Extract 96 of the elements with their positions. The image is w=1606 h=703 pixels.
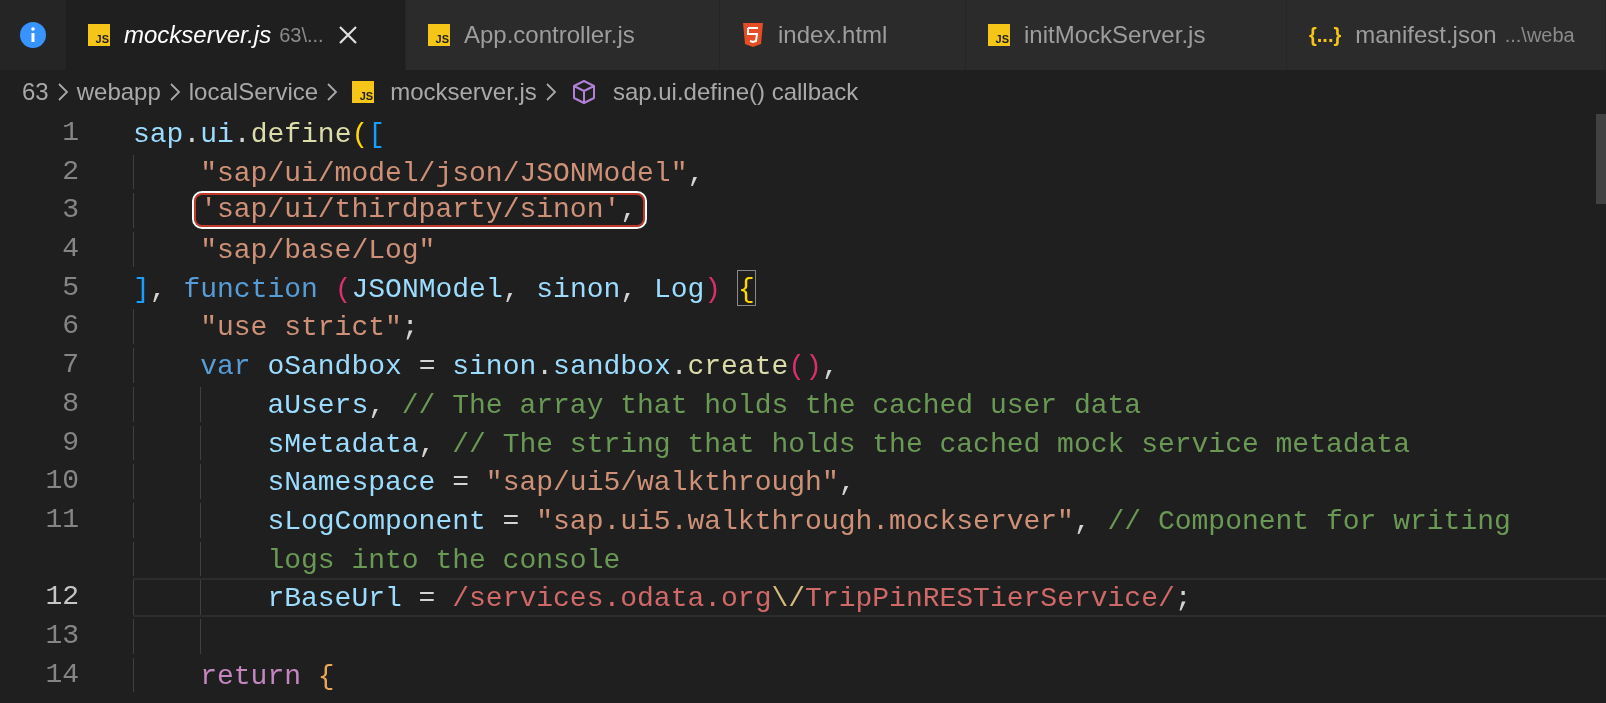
line-number: 9 bbox=[62, 426, 79, 458]
code-token: "sap.ui5.walkthrough.mockserver" bbox=[536, 504, 1074, 538]
code-token: , bbox=[502, 272, 521, 306]
chevron-right-icon bbox=[56, 82, 69, 102]
code-token: ] bbox=[133, 272, 150, 306]
code-token: = bbox=[417, 582, 437, 615]
code-token: [ bbox=[368, 118, 386, 151]
line-number: 6 bbox=[62, 310, 79, 342]
line-number: 5 bbox=[62, 271, 79, 303]
editor-tab[interactable]: JS mockserver.js 63\... bbox=[66, 0, 406, 70]
code-token: TripPinRESTierService/ bbox=[805, 582, 1175, 615]
code-token: = bbox=[501, 504, 521, 538]
code-token: "sap/ui5/walkthrough" bbox=[485, 466, 839, 499]
chevron-right-icon bbox=[326, 82, 339, 102]
code-token: sLogComponent bbox=[267, 504, 486, 538]
js-file-icon: JS bbox=[428, 24, 450, 46]
code-token: "sap/base/Log" bbox=[200, 234, 436, 267]
code-token: JSONModel bbox=[351, 272, 503, 306]
html-file-icon bbox=[742, 23, 764, 47]
cube-icon bbox=[570, 79, 597, 105]
code-token: { bbox=[737, 270, 755, 306]
scrollbar[interactable] bbox=[1596, 114, 1606, 204]
code-token: , bbox=[149, 272, 168, 306]
line-number: 10 bbox=[45, 465, 79, 497]
code-token: create bbox=[687, 350, 789, 383]
code-token: { bbox=[317, 659, 335, 693]
code-token: "sap/ui/model/json/JSONModel" bbox=[200, 156, 688, 190]
code-token: . bbox=[183, 118, 201, 151]
code-token: oSandbox bbox=[267, 350, 402, 383]
line-number: 1 bbox=[62, 117, 79, 148]
code-token: ( bbox=[334, 272, 352, 306]
code-token: , bbox=[1073, 504, 1092, 538]
code-token: "use strict" bbox=[200, 311, 402, 345]
code-token: function bbox=[183, 272, 319, 306]
breadcrumb-item[interactable]: localService bbox=[188, 74, 319, 110]
code-token: \/ bbox=[771, 582, 806, 615]
code-token: , bbox=[620, 193, 638, 228]
code-token: ui bbox=[200, 118, 234, 151]
line-number: 7 bbox=[62, 349, 79, 381]
code-token: Log bbox=[653, 272, 705, 306]
info-icon bbox=[18, 21, 47, 49]
json-file-icon: {...} bbox=[1309, 20, 1342, 50]
js-file-icon: JS bbox=[988, 24, 1010, 46]
tab-description: 63\... bbox=[279, 23, 324, 48]
line-number: 2 bbox=[62, 155, 79, 187]
js-file-icon: JS bbox=[88, 24, 110, 46]
code-comment: // The string that holds the cached mock service metadata bbox=[452, 427, 1410, 461]
code-comment: // Component for writing bbox=[1107, 504, 1511, 538]
code-token: = bbox=[451, 466, 470, 499]
code-token: ; bbox=[1174, 582, 1192, 615]
chevron-right-icon bbox=[544, 82, 557, 102]
breadcrumb-item[interactable]: sap.ui.define() callback bbox=[612, 74, 859, 110]
code-token: ) bbox=[704, 272, 723, 306]
breadcrumb-item[interactable]: webapp bbox=[76, 74, 161, 110]
code-token: define bbox=[250, 118, 352, 151]
code-token: , bbox=[821, 350, 839, 383]
code-comment: logs into the console bbox=[267, 543, 621, 577]
code-token: /services.odata.org bbox=[452, 582, 772, 615]
code-token: 'sap/ui/thirdparty/sinon' bbox=[200, 193, 621, 228]
line-number: 8 bbox=[62, 387, 79, 419]
code-token: () bbox=[788, 350, 822, 383]
line-number: 14 bbox=[45, 658, 79, 690]
code-token: ; bbox=[401, 311, 419, 345]
code-token: sinon bbox=[452, 350, 537, 383]
code-token: , bbox=[838, 466, 856, 499]
breadcrumb-item[interactable]: 63 bbox=[22, 74, 49, 110]
code-token: , bbox=[418, 427, 437, 461]
tab-description: ...\weba bbox=[1504, 23, 1575, 48]
breadcrumb-item[interactable]: mockserver.js bbox=[390, 74, 537, 110]
code-token: . bbox=[536, 350, 554, 383]
close-icon bbox=[337, 25, 358, 45]
code-token: . bbox=[670, 350, 688, 383]
code-comment: // The array that holds the cached user data bbox=[401, 388, 1142, 422]
chevron-right-icon bbox=[168, 82, 181, 102]
line-number: 4 bbox=[62, 233, 79, 265]
code-token: ( bbox=[351, 118, 369, 151]
code-token: . bbox=[233, 118, 251, 151]
line-number: 13 bbox=[45, 619, 79, 651]
code-token: , bbox=[687, 156, 705, 190]
code-token: aUsers bbox=[267, 388, 369, 422]
code-token: sinon bbox=[536, 272, 621, 306]
line-number: 11 bbox=[45, 503, 79, 535]
code-token: , bbox=[620, 272, 639, 306]
line-number: 3 bbox=[62, 194, 79, 226]
code-token: sMetadata bbox=[267, 427, 419, 461]
code-token: sNamespace bbox=[267, 466, 436, 499]
editor-tab[interactable] bbox=[0, 0, 66, 70]
code-token: var bbox=[200, 350, 252, 383]
code-token: sap bbox=[133, 118, 184, 151]
code-token: sandbox bbox=[553, 350, 671, 383]
code-token: = bbox=[417, 350, 437, 383]
line-number: 12 bbox=[45, 581, 79, 613]
code-token: return bbox=[200, 659, 302, 693]
js-file-icon: JS bbox=[352, 81, 375, 103]
code-token: , bbox=[368, 388, 386, 422]
code-token: rBaseUrl bbox=[267, 582, 402, 615]
